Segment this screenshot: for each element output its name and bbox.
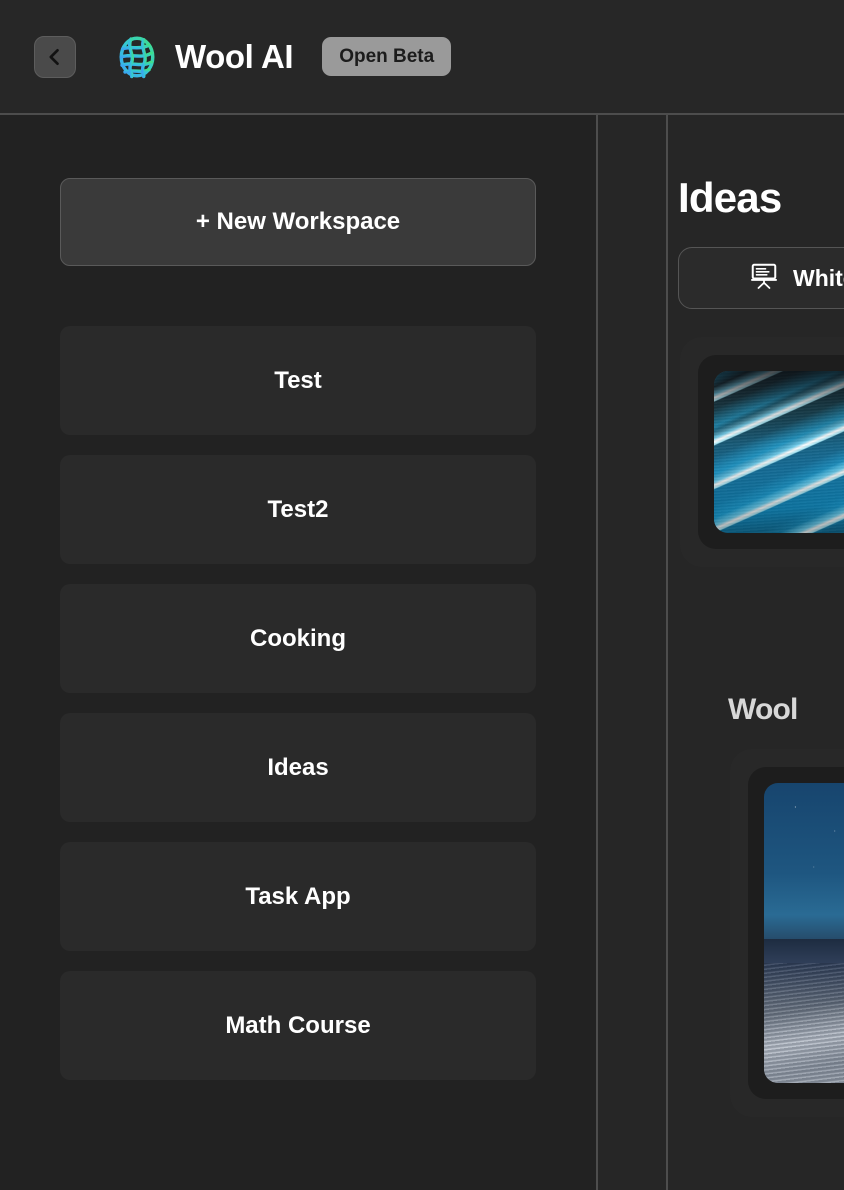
sidebar-item-ideas[interactable]: Ideas bbox=[60, 713, 536, 822]
wool-ball-logo-icon bbox=[119, 36, 155, 78]
back-button[interactable] bbox=[34, 35, 76, 78]
section-wool: Wool bbox=[678, 695, 844, 1117]
idea-card-inner bbox=[698, 355, 844, 549]
wool-card[interactable] bbox=[730, 749, 844, 1117]
beta-badge[interactable]: Open Beta bbox=[322, 37, 452, 76]
neon-streaks-artwork bbox=[714, 371, 844, 533]
app-title: Wool AI bbox=[175, 37, 294, 75]
whiteboard-easel-icon bbox=[749, 261, 779, 296]
app-header: Wool AI Open Beta bbox=[0, 0, 844, 115]
workspace-list: Test Test2 Cooking Ideas Task App Math C… bbox=[60, 326, 536, 1080]
whiteboard-label: Whiteboard bbox=[793, 264, 844, 291]
brand: Wool AI Open Beta bbox=[113, 33, 452, 81]
section-ideas: Ideas Whit bbox=[678, 177, 844, 567]
whiteboard-button[interactable]: Whiteboard bbox=[678, 247, 844, 309]
app-root: Wool AI Open Beta + New Workspace Test T… bbox=[0, 0, 844, 1190]
app-body: + New Workspace Test Test2 Cooking Ideas… bbox=[0, 115, 844, 1190]
workspace-sidebar: + New Workspace Test Test2 Cooking Ideas… bbox=[0, 115, 598, 1190]
panel-content: Ideas Whit Wool bbox=[668, 115, 844, 1190]
sidebar-item-task-app[interactable]: Task App bbox=[60, 842, 536, 951]
wool-card-inner bbox=[748, 767, 844, 1099]
content-panel: Ideas Whit Wool bbox=[598, 115, 844, 1190]
sidebar-item-test[interactable]: Test bbox=[60, 326, 536, 435]
sidebar-item-cooking[interactable]: Cooking bbox=[60, 584, 536, 693]
wool-card-thumbnail bbox=[764, 783, 844, 1083]
idea-card[interactable] bbox=[680, 337, 844, 567]
idea-card-thumbnail bbox=[714, 371, 844, 533]
sidebar-item-test2[interactable]: Test2 bbox=[60, 455, 536, 564]
new-workspace-button[interactable]: + New Workspace bbox=[60, 178, 536, 266]
starry-desert-artwork bbox=[764, 783, 844, 1083]
sidebar-item-math-course[interactable]: Math Course bbox=[60, 971, 536, 1080]
chevron-left-icon bbox=[45, 47, 65, 67]
section-title-wool: Wool bbox=[728, 693, 798, 726]
section-title-ideas: Ideas bbox=[678, 174, 782, 221]
